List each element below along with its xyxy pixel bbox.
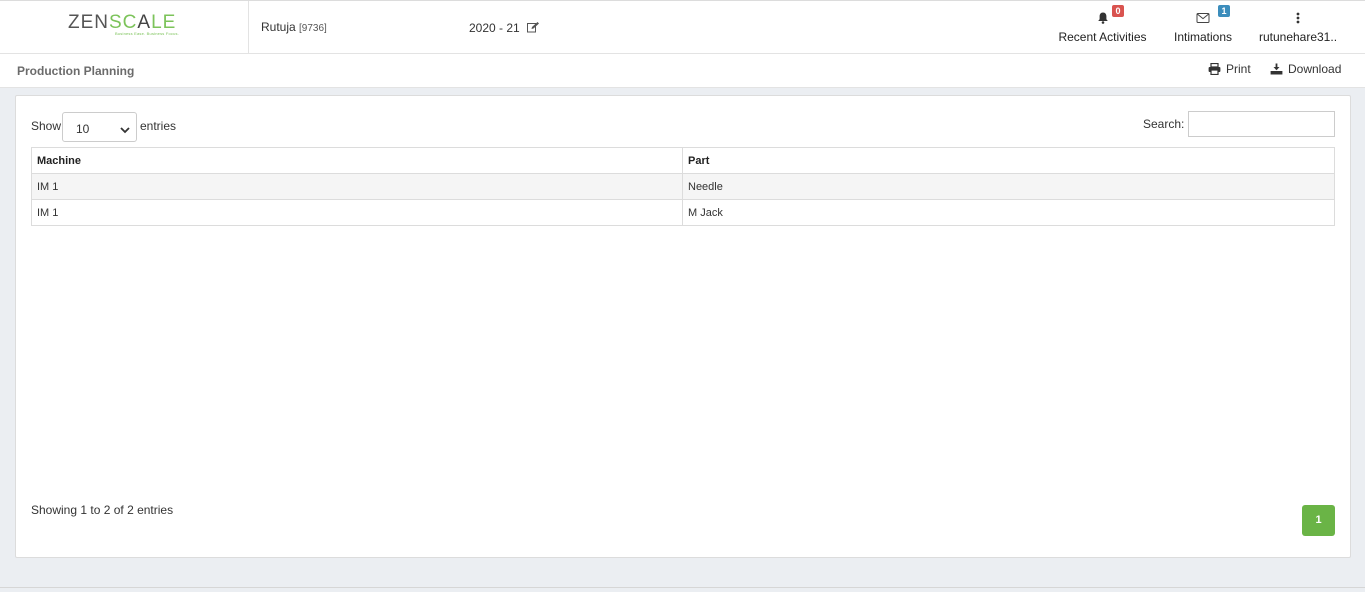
top-header: ZENSCALE Business Ease. Business Focus. … <box>0 0 1365 54</box>
table-info: Showing 1 to 2 of 2 entries <box>31 503 174 517</box>
logo-person-glyph: A <box>137 12 152 33</box>
activities-count-badge: 0 <box>1112 5 1124 17</box>
cell-part: Needle <box>682 173 1335 200</box>
print-label: Print <box>1226 62 1251 76</box>
nav-recent-activities[interactable]: 0 Recent Activities <box>1055 1 1150 54</box>
footer-divider <box>0 587 1365 588</box>
financial-year: 2020 - 21 <box>469 21 540 36</box>
cell-machine: IM 1 <box>31 199 683 226</box>
intimations-count-badge: 1 <box>1218 5 1230 17</box>
table-row[interactable]: IM 1 Needle <box>31 173 1335 200</box>
company-user-info: Rutuja [9736] <box>261 20 327 34</box>
pagination-page-button[interactable]: 1 <box>1302 505 1335 536</box>
page-title: Production Planning <box>17 64 135 78</box>
nav-user-menu[interactable]: rutunehare31.. <box>1258 1 1338 54</box>
table-header-row: Machine Part <box>31 147 1335 174</box>
cell-part: M Jack <box>682 199 1335 226</box>
column-header-part[interactable]: Part <box>682 147 1335 174</box>
download-label: Download <box>1288 62 1342 76</box>
nav-intimations-label: Intimations <box>1173 30 1233 44</box>
logo-area: ZENSCALE Business Ease. Business Focus. <box>0 1 249 54</box>
logo-tagline: Business Ease. Business Focus. <box>115 31 180 36</box>
print-button[interactable]: Print <box>1208 62 1251 76</box>
show-label: Show <box>31 119 62 133</box>
production-planning-table: Machine Part IM 1 Needle IM 1 M Jack <box>31 147 1335 226</box>
user-id: [9736] <box>299 23 327 34</box>
table-row[interactable]: IM 1 M Jack <box>31 199 1335 226</box>
financial-year-label: 2020 - 21 <box>469 21 520 35</box>
edit-icon[interactable] <box>527 22 540 36</box>
page-length-value: 10 <box>76 122 90 136</box>
cell-machine: IM 1 <box>31 173 683 200</box>
envelope-icon <box>1196 12 1210 26</box>
column-header-machine[interactable]: Machine <box>31 147 683 174</box>
page-length-select[interactable]: 10 <box>62 112 137 142</box>
nav-intimations[interactable]: 1 Intimations <box>1170 1 1236 54</box>
search-input[interactable] <box>1188 111 1335 137</box>
chevron-down-icon <box>120 123 130 137</box>
production-planning-panel: Show 10 entries Search: Machine Part IM … <box>15 95 1351 558</box>
user-name: Rutuja <box>261 20 296 34</box>
download-icon <box>1270 63 1283 75</box>
zenscale-logo[interactable]: ZENSCALE <box>68 13 176 33</box>
print-icon <box>1208 62 1221 76</box>
nav-user-label: rutunehare31.. <box>1258 30 1338 44</box>
nav-recent-activities-label: Recent Activities <box>1058 30 1147 44</box>
vertical-dots-icon <box>1296 12 1300 27</box>
bell-icon <box>1097 12 1109 27</box>
entries-label: entries <box>140 119 177 133</box>
page-header: Production Planning Print Download <box>0 54 1365 88</box>
download-button[interactable]: Download <box>1270 62 1341 76</box>
search-label: Search: <box>1143 117 1185 131</box>
